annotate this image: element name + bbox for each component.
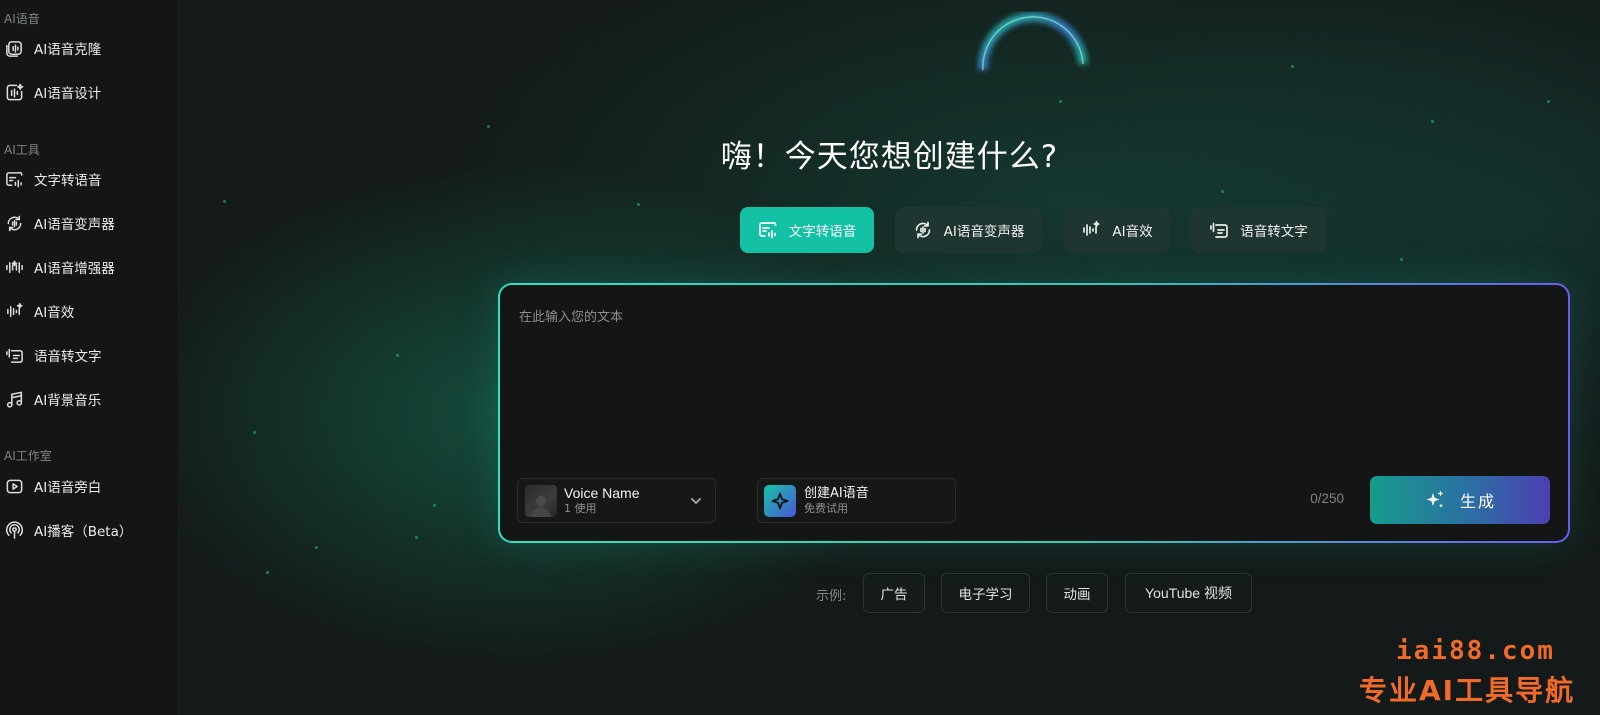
sidebar-item-label: AI播客（Beta）: [34, 524, 133, 540]
sidebar-item-voice-enhancer[interactable]: AI语音增强器: [0, 250, 178, 284]
sidebar-item-label: AI语音旁白: [34, 480, 102, 496]
examples-label: 示例:: [816, 589, 847, 604]
tab-label: AI语音变声器: [943, 224, 1025, 240]
example-chip-ad[interactable]: 广告: [863, 573, 925, 613]
sidebar-item-text-to-speech[interactable]: 文字转语音: [0, 162, 178, 196]
chevron-down-icon: [689, 493, 703, 507]
tool-tabs: 文字转语音 AI语音变声器 AI音效 语音转文字: [179, 207, 1600, 253]
tab-voice-changer[interactable]: AI语音变声器: [895, 207, 1042, 253]
voice-usage: 1 使用: [564, 502, 597, 515]
particle: [396, 354, 399, 357]
sparkle-icon: [1426, 490, 1444, 508]
watermark-url: iai88.com: [1396, 636, 1555, 666]
sidebar-item-voiceover[interactable]: AI语音旁白: [0, 469, 178, 503]
sidebar: AI语音 AI语音克隆 AI语音设计 AI工具 文字转语音 AI语音变声器 AI…: [0, 0, 179, 715]
particle: [253, 431, 256, 434]
voice-avatar: [525, 484, 557, 517]
voice-name: Voice Name: [564, 485, 640, 501]
sidebar-item-label: AI语音变声器: [34, 217, 115, 233]
particle: [315, 546, 318, 549]
ai-orb-graphic: [975, 8, 1091, 108]
tab-text-to-speech[interactable]: 文字转语音: [740, 207, 874, 253]
particle: [223, 200, 226, 203]
tab-label: AI音效: [1112, 224, 1153, 240]
text-input-card: Voice Name 1 使用 创建AI语音 免费试用 0/250: [498, 283, 1570, 543]
example-chip-elearning[interactable]: 电子学习: [941, 573, 1030, 613]
voice-design-icon: [4, 82, 24, 102]
create-voice-subtitle: 免费试用: [804, 502, 848, 515]
sidebar-item-label: AI背景音乐: [34, 393, 102, 409]
tab-label: 文字转语音: [788, 224, 857, 240]
particle: [1400, 258, 1403, 261]
sidebar-item-label: AI音效: [34, 305, 75, 321]
tab-label: 语音转文字: [1240, 224, 1308, 240]
text-to-speech-icon: [758, 219, 780, 241]
examples-row: 示例: 广告 电子学习 动画 YouTube 视频: [179, 573, 1600, 613]
sidebar-item-label: AI语音设计: [34, 86, 102, 102]
voice-enhancer-icon: [4, 257, 24, 277]
sidebar-item-label: AI语音克隆: [34, 42, 102, 58]
text-to-speech-icon: [4, 169, 24, 189]
voice-changer-icon: [913, 219, 935, 241]
character-counter: 0/250: [1310, 491, 1344, 506]
particle: [637, 203, 640, 206]
example-chip-animation[interactable]: 动画: [1046, 573, 1108, 613]
tab-speech-to-text[interactable]: 语音转文字: [1191, 207, 1326, 253]
watermark-text: 专业AI工具导航: [1359, 674, 1576, 707]
particle: [1431, 120, 1434, 123]
voice-clone-icon: [4, 38, 24, 58]
particle: [487, 125, 490, 128]
section-label-ai-studio: AI工作室: [4, 449, 52, 463]
sound-effect-icon: [1081, 219, 1103, 241]
example-chip-youtube[interactable]: YouTube 视频: [1125, 573, 1252, 613]
sparkle-icon: [764, 484, 796, 517]
voice-select-dropdown[interactable]: Voice Name 1 使用: [517, 478, 716, 523]
sidebar-item-podcast[interactable]: AI播客（Beta）: [0, 513, 178, 547]
create-voice-title: 创建AI语音: [804, 486, 869, 501]
particle: [1547, 100, 1550, 103]
particle: [1291, 65, 1294, 68]
tab-sound-effect[interactable]: AI音效: [1064, 207, 1170, 253]
sidebar-item-label: 语音转文字: [34, 349, 102, 365]
page-title: 嗨！今天您想创建什么?: [720, 139, 1059, 175]
generate-button[interactable]: 生成: [1370, 476, 1550, 524]
music-note-icon: [4, 389, 24, 409]
generate-label: 生成: [1459, 492, 1496, 511]
particle: [1221, 190, 1224, 193]
sidebar-item-speech-to-text[interactable]: 语音转文字: [0, 338, 178, 372]
text-input-card-body: Voice Name 1 使用 创建AI语音 免费试用 0/250: [500, 285, 1568, 541]
speech-to-text-icon: [1209, 219, 1231, 241]
section-label-ai-voice: AI语音: [4, 12, 40, 26]
sidebar-item-background-music[interactable]: AI背景音乐: [0, 382, 178, 416]
create-ai-voice-button[interactable]: 创建AI语音 免费试用: [757, 478, 956, 523]
sidebar-item-voice-clone[interactable]: AI语音克隆: [0, 31, 178, 65]
sidebar-item-voice-design[interactable]: AI语音设计: [0, 75, 178, 109]
sidebar-item-label: 文字转语音: [34, 173, 102, 189]
sound-effect-icon: [4, 301, 24, 321]
sidebar-item-voice-changer[interactable]: AI语音变声器: [0, 206, 178, 240]
text-input[interactable]: [517, 304, 1551, 458]
podcast-icon: [4, 520, 24, 540]
sidebar-item-sound-effect[interactable]: AI音效: [0, 294, 178, 328]
voiceover-icon: [4, 476, 24, 496]
particle: [415, 536, 418, 539]
speech-to-text-icon: [4, 345, 24, 365]
voice-changer-icon: [4, 213, 24, 233]
section-label-ai-tools: AI工具: [4, 143, 40, 157]
sidebar-item-label: AI语音增强器: [34, 261, 115, 277]
particle: [433, 504, 436, 507]
main-area: 嗨！今天您想创建什么? 文字转语音 AI语音变声器 AI音效 语音转文字 在此输…: [179, 0, 1600, 715]
